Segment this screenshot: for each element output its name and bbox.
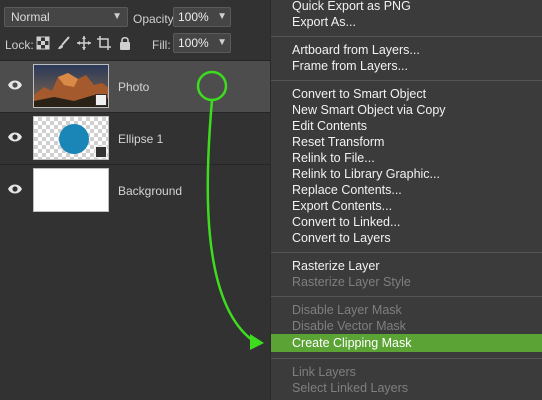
menu-item-rasterize-layer[interactable]: Rasterize Layer	[271, 258, 542, 274]
layer-row-background[interactable]: Background	[0, 164, 272, 216]
menu-item-edit-contents[interactable]: Edit Contents	[271, 118, 542, 134]
layer-options-row: Normal ▼ Opacity: 100% ▼	[0, 6, 272, 32]
ellipse-thumbnail	[33, 116, 109, 160]
menu-item-convert-to-layers[interactable]: Convert to Layers	[271, 230, 542, 246]
photo-thumbnail	[33, 64, 109, 108]
menu-item-rasterize-layer-style: Rasterize Layer Style	[292, 275, 411, 289]
menu-separator	[271, 296, 542, 297]
opacity-label: Opacity:	[133, 12, 178, 26]
lock-all-icon[interactable]	[118, 36, 132, 50]
blend-mode-dropdown[interactable]: Normal ▼	[4, 7, 128, 27]
eye-icon[interactable]	[7, 131, 23, 143]
chevron-down-icon: ▼	[112, 11, 122, 22]
fill-value: 100%	[178, 36, 209, 50]
eye-icon[interactable]	[7, 79, 23, 91]
menu-item-new-smart-object-via-copy[interactable]: New Smart Object via Copy	[271, 102, 542, 118]
layer-row-ellipse[interactable]: Ellipse 1	[0, 112, 272, 164]
menu-separator	[271, 252, 542, 253]
menu-item-convert-to-smart-object[interactable]: Convert to Smart Object	[271, 86, 542, 102]
menu-separator	[271, 358, 542, 359]
opacity-field[interactable]: 100% ▼	[173, 7, 231, 27]
lock-options-row: Lock: Fill: 100% ▼	[0, 32, 272, 58]
menu-item-disable-layer-mask: Disable Layer Mask	[292, 303, 402, 317]
blend-mode-value: Normal	[11, 10, 50, 24]
menu-item-disable-vector-mask: Disable Vector Mask	[292, 319, 406, 333]
eye-icon[interactable]	[7, 183, 23, 195]
menu-item-create-clipping-mask[interactable]: Create Clipping Mask	[271, 334, 542, 352]
menu-item-relink-to-library-graphic[interactable]: Relink to Library Graphic...	[271, 166, 542, 182]
menu-item-relink-to-file[interactable]: Relink to File...	[271, 150, 542, 166]
chevron-down-icon: ▼	[217, 11, 227, 22]
chevron-down-icon: ▼	[217, 37, 227, 48]
layer-name: Photo	[118, 80, 150, 94]
lock-label: Lock:	[5, 38, 34, 52]
layer-row-photo[interactable]: Photo	[0, 60, 272, 112]
menu-item-select-linked-layers: Select Linked Layers	[292, 381, 409, 395]
background-thumbnail	[33, 168, 109, 212]
menu-item-artboard-from-layers[interactable]: Artboard from Layers...	[271, 42, 542, 58]
opacity-value: 100%	[178, 10, 209, 24]
smart-object-badge-icon	[95, 94, 107, 106]
menu-item-replace-contents[interactable]: Replace Contents...	[271, 182, 542, 198]
lock-transparent-pixels-icon[interactable]	[36, 36, 50, 50]
fill-label: Fill:	[152, 38, 171, 52]
menu-separator	[271, 36, 542, 37]
shape-layer-badge-icon	[95, 146, 107, 158]
lock-position-icon[interactable]	[77, 36, 91, 50]
lock-image-pixels-icon[interactable]	[57, 36, 71, 50]
layer-context-menu: Quick Export as PNG Export As... Artboar…	[270, 0, 542, 400]
menu-item-convert-to-linked[interactable]: Convert to Linked...	[271, 214, 542, 230]
menu-item-reset-transform[interactable]: Reset Transform	[271, 134, 542, 150]
lock-artboard-icon[interactable]	[97, 36, 111, 50]
layer-name: Background	[118, 184, 183, 198]
menu-item-export-as[interactable]: Export As...	[271, 14, 542, 30]
menu-item-export-contents[interactable]: Export Contents...	[271, 198, 542, 214]
menu-item-link-layers: Link Layers	[292, 365, 356, 379]
menu-item-frame-from-layers[interactable]: Frame from Layers...	[271, 58, 542, 74]
layer-name: Ellipse 1	[118, 132, 164, 146]
menu-item-quick-export-png[interactable]: Quick Export as PNG	[271, 0, 542, 14]
fill-field[interactable]: 100% ▼	[173, 33, 231, 53]
menu-separator	[271, 80, 542, 81]
layers-panel: Normal ▼ Opacity: 100% ▼ Lock: Fill: 100…	[0, 0, 272, 400]
